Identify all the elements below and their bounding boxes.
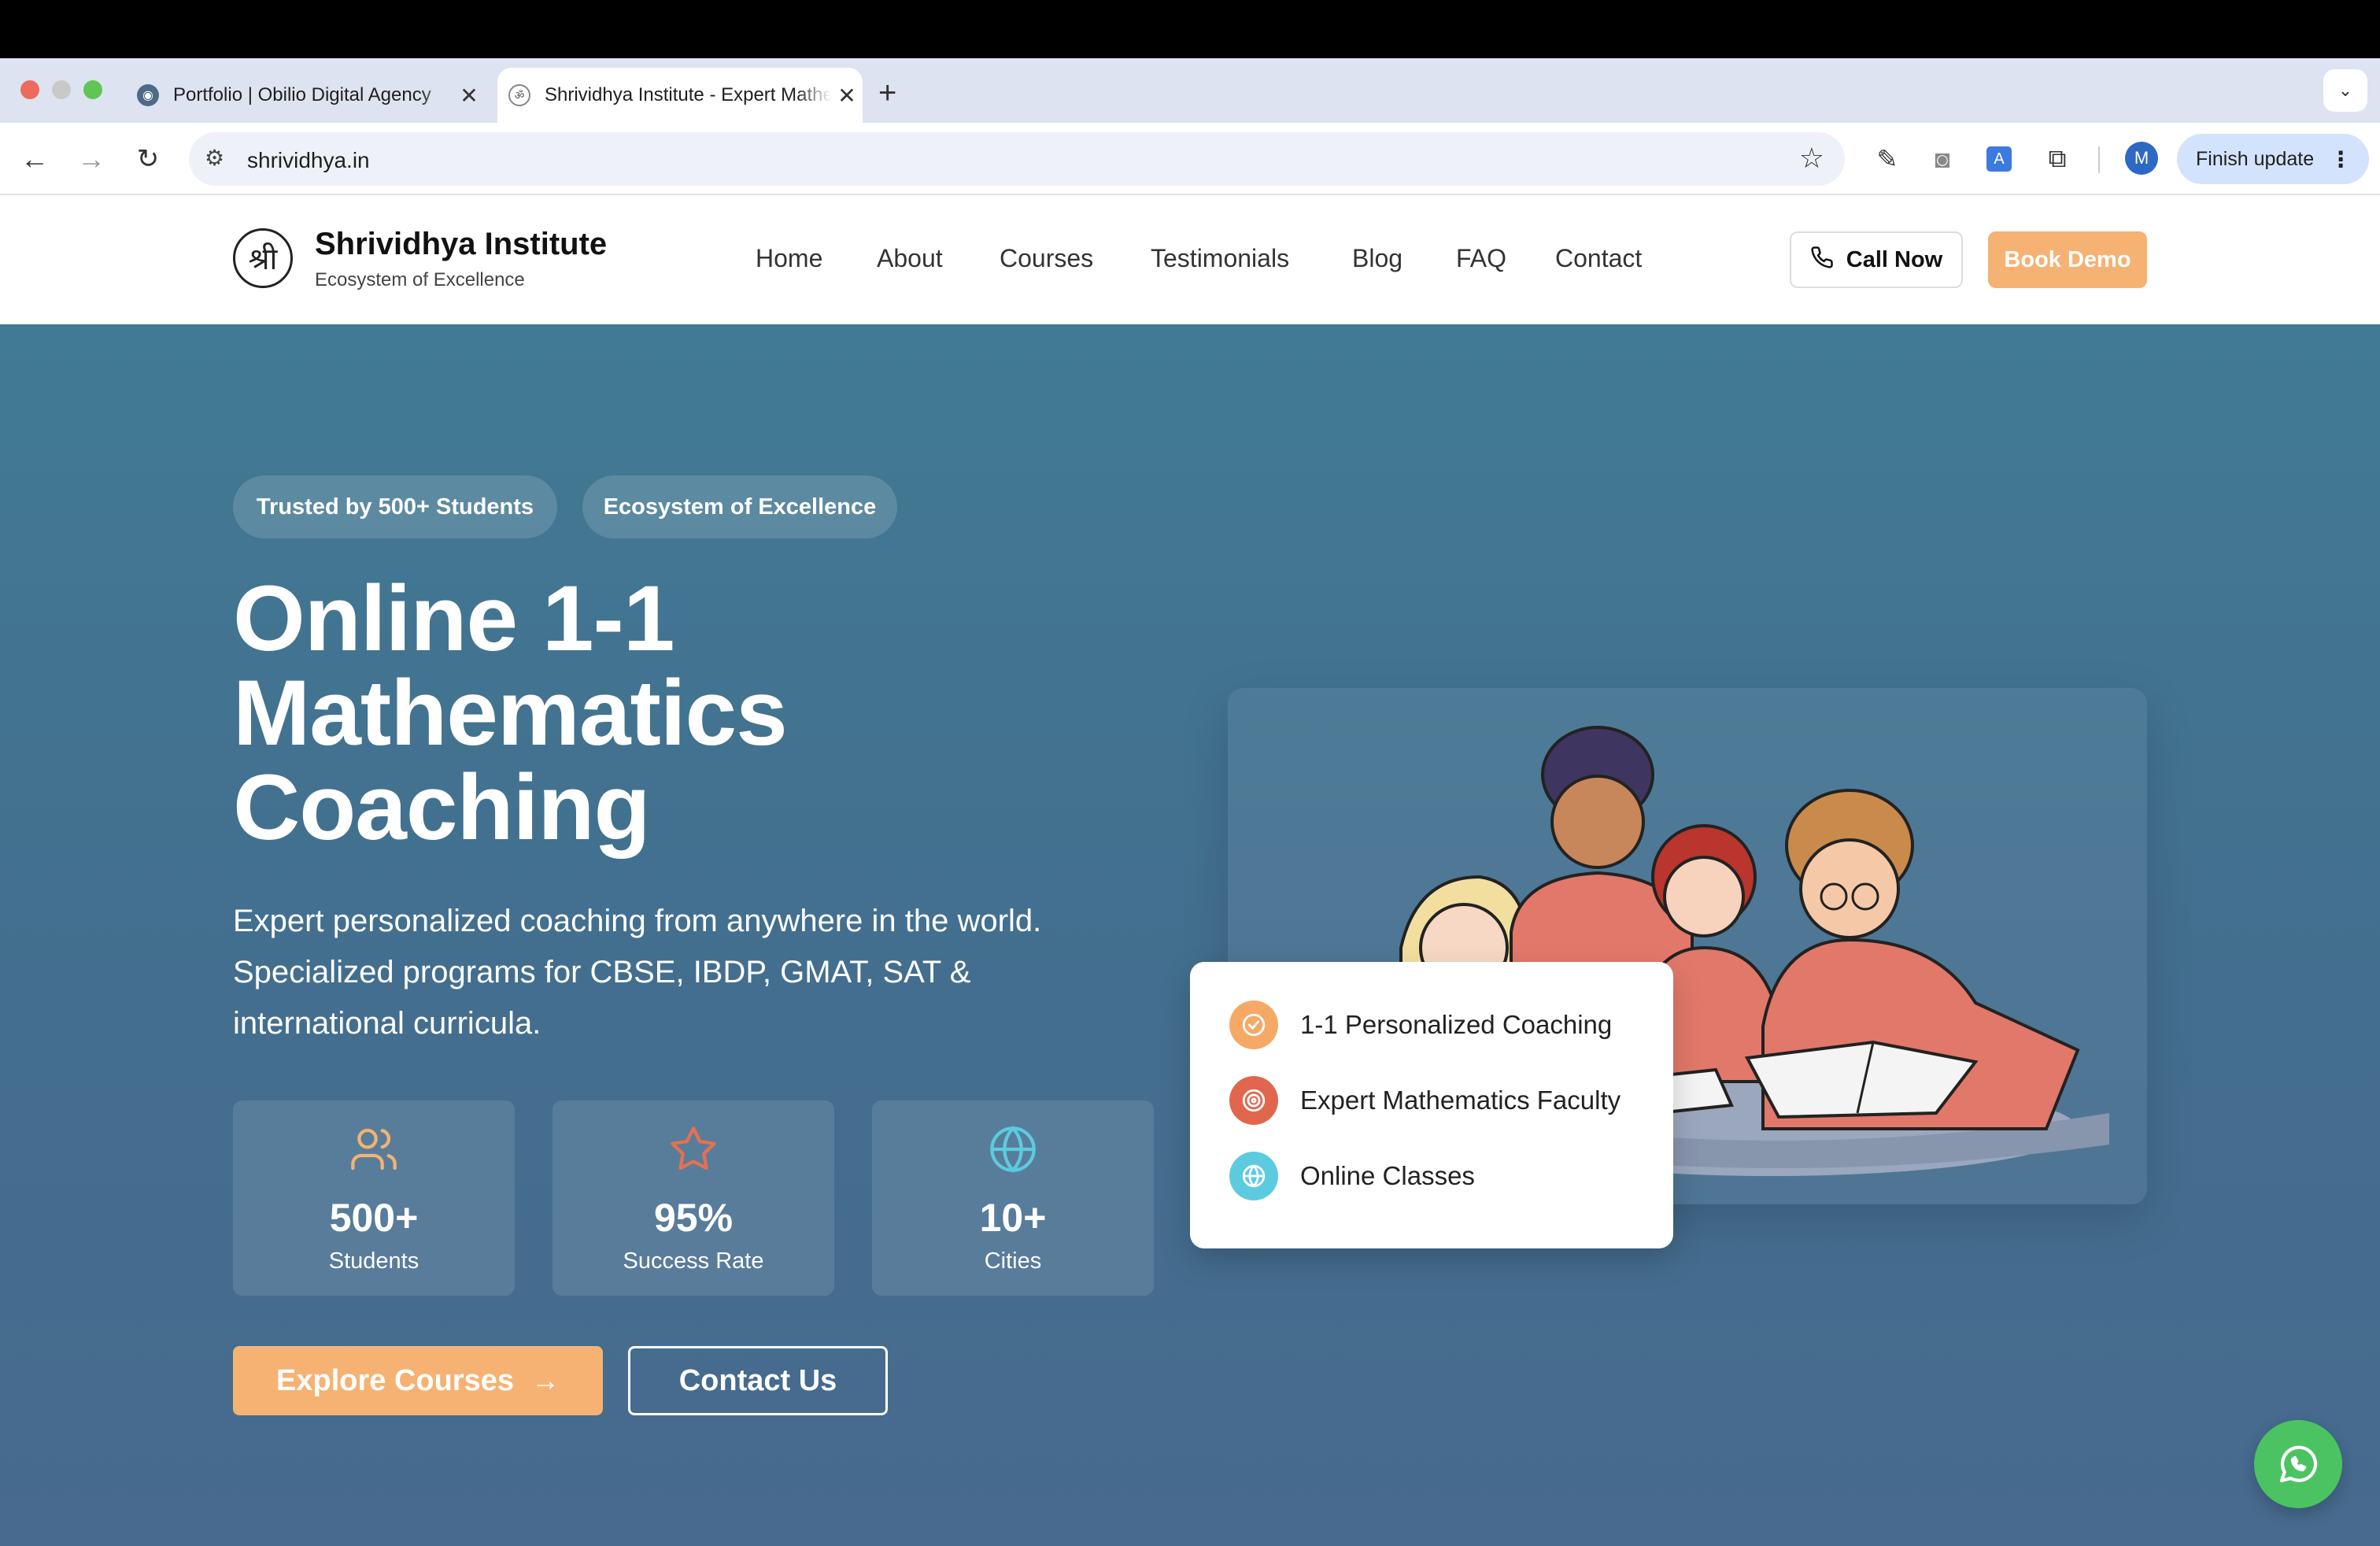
brand-name[interactable]: Shrividhya Institute [315,227,607,262]
stat-card-students: 500+ Students [233,1100,515,1296]
feature-label: Online Classes [1300,1161,1475,1190]
call-now-button[interactable]: Call Now [1790,231,1963,288]
extensions-puzzle-icon[interactable]: ⧉ [2038,140,2076,178]
camera-icon[interactable]: ◙ [1924,140,1961,178]
excellence-badge: Ecosystem of Excellence [582,475,897,538]
call-now-label: Call Now [1846,246,1943,272]
reload-icon[interactable]: ↻ [129,140,167,178]
url-text[interactable]: shrividhya.in [247,148,370,173]
feature-label: 1-1 Personalized Coaching [1300,1010,1613,1039]
globe-icon [872,1124,1154,1174]
translate-icon[interactable]: A [1980,140,2018,178]
feature-item: Online Classes [1229,1151,1475,1201]
site-header: श्री Shrividhya Institute Ecosystem of E… [0,195,2380,324]
toolbar-divider [2098,146,2100,173]
minimize-window-button[interactable] [52,80,71,99]
eyedropper-icon[interactable]: ✎ [1868,140,1906,178]
hero-description: Expert personalized coaching from anywhe… [233,896,1177,1049]
feature-item: Expert Mathematics Faculty [1229,1075,1621,1126]
hero-title-line-3: Coaching [233,756,651,860]
bookmark-star-icon[interactable]: ☆ [1799,142,1824,175]
hero-title: Online 1-1 Mathematics Coaching [233,571,1146,855]
phone-icon [1810,246,1834,275]
stat-label: Cities [984,1248,1042,1274]
feature-label: Expert Mathematics Faculty [1300,1086,1621,1115]
nav-faq[interactable]: FAQ [1456,244,1506,273]
nav-testimonials[interactable]: Testimonials [1151,244,1289,273]
globe-favicon-icon: ◉ [137,84,159,106]
site-favicon-icon: ॐ [508,84,530,106]
stat-value: 10+ [979,1196,1047,1240]
stat-value: 500+ [329,1196,419,1240]
back-arrow-icon[interactable]: ← [16,140,54,178]
new-tab-button[interactable]: + [878,77,896,109]
tab-title: Portfolio | Obilio Digital Agency [173,84,431,105]
forward-arrow-icon[interactable]: → [72,140,110,178]
maximize-window-button[interactable] [83,80,102,99]
nav-about[interactable]: About [877,244,943,273]
browser-toolbar: ← → ↻ ⚙ shrividhya.in ☆ ✎ ◙ A ⧉ M Finish… [0,123,2380,195]
hero-section: Trusted by 500+ Students Ecosystem of Ex… [0,324,2380,1546]
close-tab-icon[interactable]: ✕ [831,83,863,109]
nav-courses[interactable]: Courses [1000,244,1093,273]
tab-title: Shrividhya Institute - Expert Mathematic… [545,84,831,105]
hero-title-line-1: Online 1-1 [233,567,674,671]
hero-title-line-2: Mathematics [233,661,788,765]
contact-us-button[interactable]: Contact Us [628,1346,888,1415]
star-icon [552,1124,834,1174]
tab-search-button[interactable]: ⌄ [2323,69,2367,112]
nav-blog[interactable]: Blog [1352,244,1402,273]
close-window-button[interactable] [20,80,39,99]
browser-tab-portfolio[interactable]: ◉ Portfolio | Obilio Digital Agency ✕ [126,68,485,123]
brand-tagline: Ecosystem of Excellence [315,269,525,290]
stat-card-cities: 10+ Cities [872,1100,1154,1296]
explore-courses-label: Explore Courses [276,1363,514,1397]
users-icon [233,1124,515,1174]
site-settings-icon[interactable]: ⚙ [205,145,224,171]
nav-home[interactable]: Home [756,244,822,273]
more-menu-icon[interactable]: ⋮ [2330,146,2352,172]
whatsapp-button[interactable] [2254,1420,2342,1508]
nav-contact[interactable]: Contact [1555,244,1642,273]
profile-avatar[interactable]: M [2125,142,2158,175]
hero-description-line-2: Specialized programs for CBSE, IBDP, GMA… [233,955,971,989]
logo-icon[interactable]: श्री [233,228,293,288]
arrow-right-icon: → [531,1364,560,1396]
stat-value: 95% [653,1196,734,1240]
close-tab-icon[interactable]: ✕ [453,83,485,109]
book-demo-button[interactable]: Book Demo [1988,231,2147,288]
stat-label: Success Rate [623,1248,764,1274]
globe-icon [1229,1152,1278,1200]
stat-label: Students [328,1248,419,1274]
trusted-badge: Trusted by 500+ Students [233,475,557,538]
finish-update-label: Finish update [2196,147,2315,170]
explore-courses-button[interactable]: Explore Courses → [233,1346,603,1415]
address-bar[interactable]: ⚙ shrividhya.in ☆ [189,132,1845,186]
hero-description-line-1: Expert personalized coaching from anywhe… [233,904,1042,938]
whatsapp-icon [2279,1445,2318,1483]
hero-description-line-3: international curricula. [233,1006,541,1041]
screen-top-bar [0,0,2380,58]
browser-tab-shrividhya[interactable]: ॐ Shrividhya Institute - Expert Mathemat… [497,68,863,123]
finish-update-button[interactable]: Finish update ⋮ [2177,134,2369,184]
browser-tab-strip: ◉ Portfolio | Obilio Digital Agency ✕ ॐ … [0,58,2380,123]
features-card: 1-1 Personalized Coaching Expert Mathema… [1190,962,1673,1248]
check-circle-icon [1229,1000,1278,1049]
target-icon [1229,1076,1278,1125]
stat-card-success-rate: 95% Success Rate [552,1100,834,1296]
feature-item: 1-1 Personalized Coaching [1229,1000,1612,1050]
